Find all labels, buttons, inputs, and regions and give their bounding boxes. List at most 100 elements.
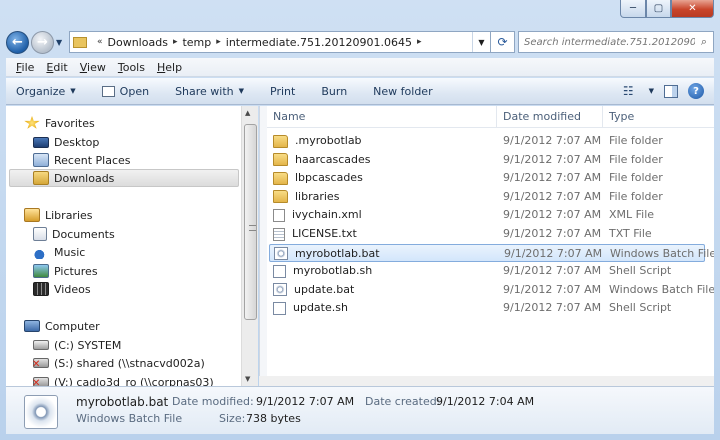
more-views-dropdown[interactable]: ▼ — [644, 87, 654, 95]
pane-splitter[interactable] — [259, 106, 267, 386]
file-type: TXT File — [609, 227, 652, 240]
horizontal-scrollbar[interactable] — [259, 376, 714, 386]
refresh-button[interactable]: ⟳ — [491, 31, 515, 53]
details-filetype: Windows Batch File — [76, 412, 183, 425]
nav-downloads[interactable]: Downloads — [9, 169, 239, 187]
nav-drive-c[interactable]: (C:) SYSTEM — [33, 336, 241, 354]
file-name-cell[interactable]: myrobotlab.sh — [273, 262, 372, 280]
scroll-up-arrow-icon[interactable]: ▲ — [245, 109, 250, 117]
shell-script-icon — [273, 264, 286, 278]
nav-favorites[interactable]: Favorites — [24, 114, 241, 132]
file-type: Windows Batch File — [609, 282, 714, 296]
file-type: XML File — [609, 208, 655, 222]
nav-libraries[interactable]: Libraries — [24, 206, 241, 224]
file-name-cell[interactable]: haarcascades — [273, 151, 371, 169]
disconnected-network-drive-icon — [32, 377, 49, 386]
address-history-dropdown[interactable]: ▼ — [472, 32, 490, 52]
organize-button[interactable]: Organize ▼ — [16, 85, 76, 98]
file-name: myrobotlab.sh — [293, 264, 373, 278]
menu-tools[interactable]: Tools — [112, 61, 151, 74]
file-row[interactable]: myrobotlab.bat 9/1/2012 7:07 AM Windows Ba… — [269, 243, 714, 263]
file-name-cell[interactable]: ivychain.xml — [273, 206, 362, 224]
batch-file-icon — [24, 395, 58, 429]
share-with-button[interactable]: Share with ▼ — [175, 85, 244, 98]
file-type: File folder — [609, 171, 663, 185]
folder-icon — [273, 171, 288, 185]
nav-drive-s[interactable]: (S:) shared (\\stnacvd002a) — [32, 354, 241, 372]
nav-computer[interactable]: Computer — [24, 317, 241, 335]
chevron-down-icon: ▼ — [70, 87, 76, 95]
menu-help[interactable]: Help — [151, 61, 188, 74]
nav-documents[interactable]: Documents — [33, 225, 241, 243]
folder-icon — [273, 153, 288, 167]
scrollbar-thumb[interactable] — [244, 124, 257, 320]
column-header-date-modified[interactable]: Date modified — [497, 106, 603, 128]
column-header-name[interactable]: Name — [267, 106, 497, 128]
recent-pages-dropdown[interactable]: ▼ — [56, 38, 66, 47]
help-icon[interactable]: ? — [688, 83, 704, 99]
burn-button[interactable]: Burn — [321, 85, 347, 98]
nav-music[interactable]: Music — [33, 243, 241, 261]
view-controls: ☷ ▼ ? — [623, 83, 714, 99]
file-name-cell[interactable]: update.sh — [273, 299, 348, 317]
pictures-icon — [33, 264, 49, 278]
minimize-button[interactable]: ─ — [620, 0, 646, 18]
file-name-cell[interactable]: libraries — [273, 188, 339, 206]
file-name: update.sh — [293, 301, 348, 315]
file-type: Shell Script — [609, 264, 672, 278]
maximize-button[interactable]: ▢ — [646, 0, 671, 18]
close-button[interactable]: ✕ — [671, 0, 714, 18]
breadcrumb-separator[interactable]: ▸ — [216, 37, 221, 47]
search-box[interactable]: ⌕ — [518, 31, 714, 53]
file-row[interactable]: .myrobotlab 9/1/2012 7:07 AM File folder — [269, 132, 705, 150]
file-row[interactable]: lbpcascades 9/1/2012 7:07 AM File folder — [269, 169, 705, 187]
file-name-cell[interactable]: LICENSE.txt — [273, 225, 357, 243]
nav-pictures[interactable]: Pictures — [33, 262, 241, 280]
file-row[interactable]: myrobotlab.sh 9/1/2012 7:07 AM Shell Scrip… — [269, 262, 705, 280]
menu-file[interactable]: File — [10, 61, 40, 74]
batch-file-icon — [274, 247, 288, 261]
nav-videos[interactable]: Videos — [33, 280, 241, 298]
file-date-modified: 9/1/2012 7:07 AM — [503, 301, 602, 315]
file-row[interactable]: libraries 9/1/2012 7:07 AM File folder — [269, 188, 705, 206]
breadcrumb-intermediate[interactable]: intermediate.751.20120901.0645 — [226, 36, 412, 49]
nav-recent-places[interactable]: Recent Places — [33, 151, 241, 169]
menu-edit[interactable]: Edit — [40, 61, 73, 74]
recent-places-icon — [33, 153, 49, 167]
breadcrumb-downloads[interactable]: Downloads — [108, 36, 168, 49]
breadcrumb-separator[interactable]: ▸ — [173, 37, 178, 47]
navigation-pane-scrollbar[interactable]: ▲ ▼ — [241, 106, 258, 386]
file-name-cell[interactable]: .myrobotlab — [273, 132, 362, 150]
breadcrumb-temp[interactable]: temp — [182, 36, 211, 49]
file-name-cell[interactable]: lbpcascades — [273, 169, 363, 187]
nav-desktop[interactable]: Desktop — [33, 133, 241, 151]
file-row[interactable]: ivychain.xml 9/1/2012 7:07 AM XML File — [269, 206, 705, 224]
preview-pane-icon[interactable] — [664, 84, 678, 98]
breadcrumb-overflow[interactable]: « — [97, 37, 103, 47]
open-button[interactable]: Open — [101, 85, 149, 98]
column-header-type[interactable]: Type — [603, 106, 713, 128]
file-row[interactable]: LICENSE.txt 9/1/2012 7:07 AM TXT File — [269, 225, 705, 243]
file-row[interactable]: update.bat 9/1/2012 7:07 AM Windows Batch … — [269, 281, 714, 299]
file-name: .myrobotlab — [295, 134, 362, 147]
file-name: LICENSE.txt — [292, 227, 357, 240]
menu-view[interactable]: View — [74, 61, 112, 74]
search-icon[interactable]: ⌕ — [695, 35, 713, 49]
breadcrumb-separator[interactable]: ▸ — [417, 37, 422, 47]
change-view-icon[interactable]: ☷ — [623, 84, 634, 98]
details-created-label: Date created: — [365, 395, 441, 408]
file-name-cell[interactable]: update.bat — [273, 281, 354, 299]
address-bar[interactable]: « Downloads ▸ temp ▸ intermediate.751.20… — [69, 31, 491, 53]
forward-button[interactable]: → — [31, 30, 54, 54]
file-row[interactable]: haarcascades 9/1/2012 7:07 AM File folder — [269, 151, 705, 169]
search-input[interactable] — [524, 36, 695, 48]
back-button[interactable]: ← — [6, 30, 29, 54]
print-button[interactable]: Print — [270, 85, 295, 98]
new-folder-button[interactable]: New folder — [373, 85, 432, 98]
scroll-down-arrow-icon[interactable]: ▼ — [245, 375, 250, 383]
file-name-cell[interactable]: myrobotlab.bat — [274, 245, 380, 263]
disconnected-network-drive-icon — [32, 358, 49, 370]
nav-drive-v[interactable]: (V:) cadlo3d_ro (\\corpnas03) — [32, 373, 241, 386]
file-row[interactable]: update.sh 9/1/2012 7:07 AM Shell Script — [269, 299, 705, 317]
details-created-value: 9/1/2012 7:04 AM — [436, 395, 535, 408]
